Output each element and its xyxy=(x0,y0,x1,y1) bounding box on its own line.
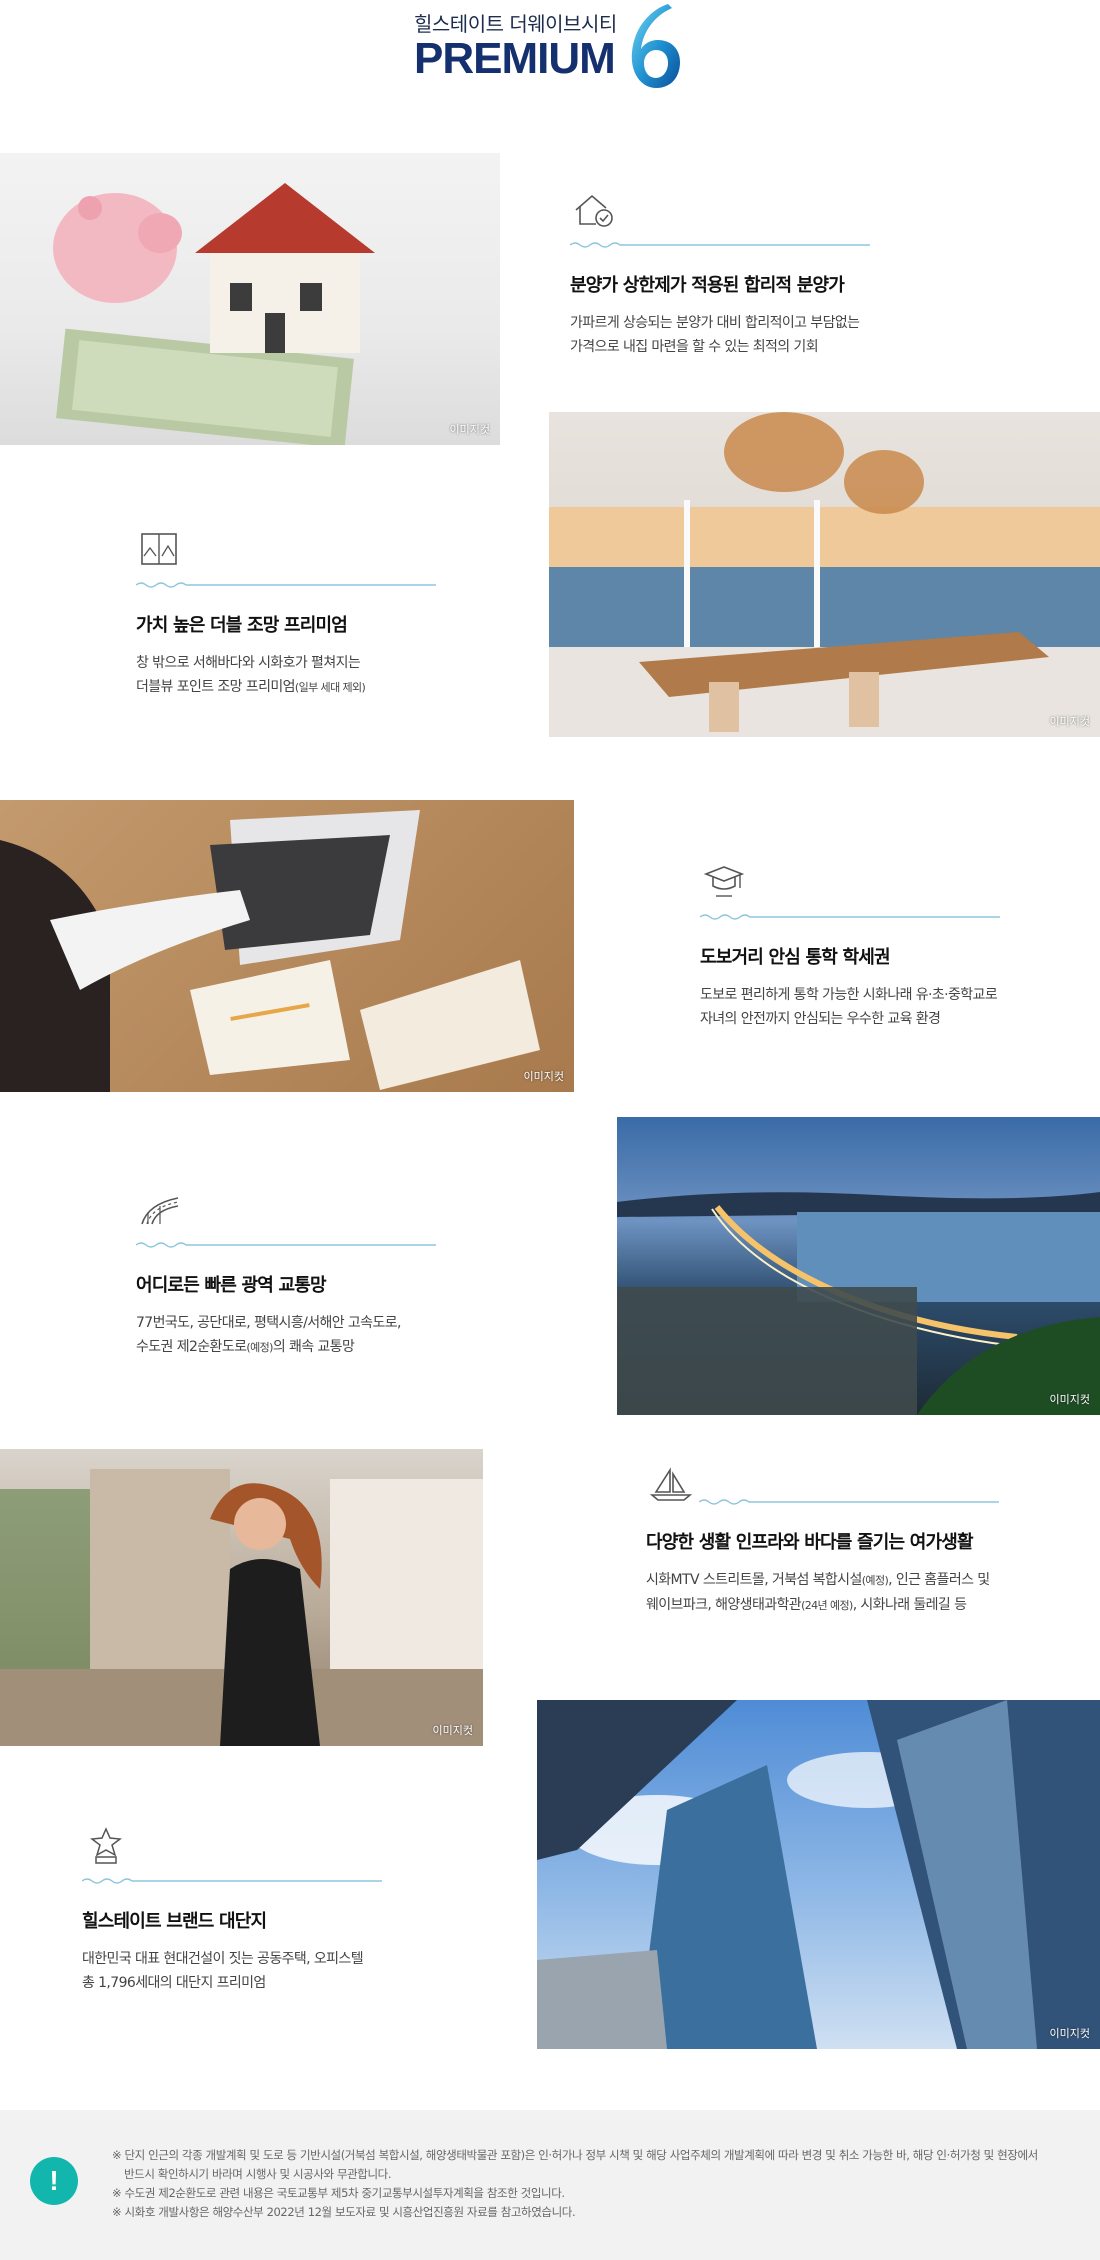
image-tag: 이미지컷 xyxy=(523,1070,564,1083)
feature-description: 대한민국 대표 현대건설이 짓는 공동주택, 오피스텔 총 1,796세대의 대… xyxy=(82,1951,364,1991)
piggy-house-illustration xyxy=(53,183,375,445)
wave-divider xyxy=(699,914,1000,920)
feature-school-district: 도보거리 안심 통학 학세권 도보로 편리하게 통학 가능한 시화나래 유·초·… xyxy=(699,862,1040,1031)
feature-title: 분양가 상한제가 적용된 합리적 분양가 xyxy=(570,275,845,296)
feature-double-view: 가치 높은 더블 조망 프리미엄 창 밖으로 서해바다와 시화호가 펼쳐지는 더… xyxy=(135,530,476,700)
feature-description: 가파르게 상승되는 분양가 대비 합리적이고 부담없는 가격으로 내집 마련을 … xyxy=(570,315,860,355)
highway-illustration xyxy=(617,1192,1100,1415)
woman-city-illustration xyxy=(0,1469,483,1746)
feature-description: 도보로 편리하게 통학 가능한 시화나래 유·초·중학교로 자녀의 안전까지 안… xyxy=(700,987,998,1027)
feature-leisure: 다양한 생활 인프라와 바다를 즐기는 여가생활 시화MTV 스트리트몰, 거북… xyxy=(646,1466,1066,1618)
wave-divider xyxy=(135,582,436,588)
wave-divider xyxy=(698,1499,1000,1505)
sailboat-icon xyxy=(649,1467,693,1501)
photo-piggy-bank-house: 이미지컷 xyxy=(0,153,500,445)
header-brand: PREMIUM xyxy=(414,34,616,83)
house-check-icon xyxy=(575,194,613,227)
disclaimer-notice: ! ※ 단지 인근의 각종 개발계획 및 도로 등 기반시설(거북섬 복합시설,… xyxy=(0,2110,1100,2260)
feature-brand-complex: 힐스테이트 브랜드 대단지 대한민국 대표 현대건설이 짓는 공동주택, 오피스… xyxy=(81,1826,422,1995)
image-tag: 이미지컷 xyxy=(1049,715,1090,728)
wave-divider xyxy=(135,1242,436,1248)
feature-description: 시화MTV 스트리트몰, 거북섬 복합시설(예정), 인근 홈플러스 및 웨이브… xyxy=(646,1572,990,1613)
trophy-star-icon xyxy=(90,1827,122,1864)
road-icon xyxy=(141,1197,179,1225)
wave-divider xyxy=(81,1878,382,1884)
disclaimer-text: ※ 단지 인근의 각종 개발계획 및 도로 등 기반시설(거북섬 복합시설, 해… xyxy=(112,2148,1038,2219)
feature-title: 어디로든 빠른 광역 교통망 xyxy=(136,1275,327,1296)
image-tag: 이미지컷 xyxy=(432,1724,473,1737)
header-subtitle: 힐스테이트 더웨이브시티 xyxy=(414,12,617,36)
graduation-cap-icon xyxy=(703,866,745,897)
study-illustration xyxy=(0,810,540,1092)
number-six-logo: 6 xyxy=(631,4,680,88)
feature-title: 도보거리 안심 통학 학세권 xyxy=(700,947,891,968)
feature-description: 77번국도, 공단대로, 평택시흥/서해안 고속도로, 수도권 제2순환도로(예… xyxy=(136,1315,401,1355)
feature-title: 다양한 생활 인프라와 바다를 즐기는 여가생활 xyxy=(646,1532,974,1553)
feature-description: 창 밖으로 서해바다와 시화호가 펼쳐지는 더블뷰 포인트 조망 프리미엄(일부… xyxy=(136,655,366,695)
dining-sea-illustration xyxy=(549,412,1100,737)
image-tag: 이미지컷 xyxy=(1049,2027,1090,2040)
image-tag: 이미지컷 xyxy=(1049,1393,1090,1406)
skyscraper-illustration xyxy=(537,1700,1100,2049)
photo-students-studying: 이미지컷 xyxy=(0,800,574,1092)
wave-divider xyxy=(569,242,870,248)
photo-skyscrapers: 이미지컷 xyxy=(537,1700,1100,2049)
photo-woman-city: 이미지컷 xyxy=(0,1449,483,1746)
photo-sea-view-dining: 이미지컷 xyxy=(549,412,1100,737)
feature-transport: 어디로든 빠른 광역 교통망 77번국도, 공단대로, 평택시흥/서해안 고속도… xyxy=(135,1190,476,1360)
exclamation-icon: ! xyxy=(30,2157,78,2205)
image-tag: 이미지컷 xyxy=(449,423,490,436)
feature-title: 가치 높은 더블 조망 프리미엄 xyxy=(136,615,348,636)
feature-affordable-price: 분양가 상한제가 적용된 합리적 분양가 가파르게 상승되는 분양가 대비 합리… xyxy=(569,190,910,359)
photo-coastal-highway: 이미지컷 xyxy=(617,1117,1100,1415)
feature-title: 힐스테이트 브랜드 대단지 xyxy=(82,1911,267,1932)
page-header: 힐스테이트 더웨이브시티 PREMIUM 6 xyxy=(0,0,1100,100)
window-view-icon xyxy=(141,533,177,565)
